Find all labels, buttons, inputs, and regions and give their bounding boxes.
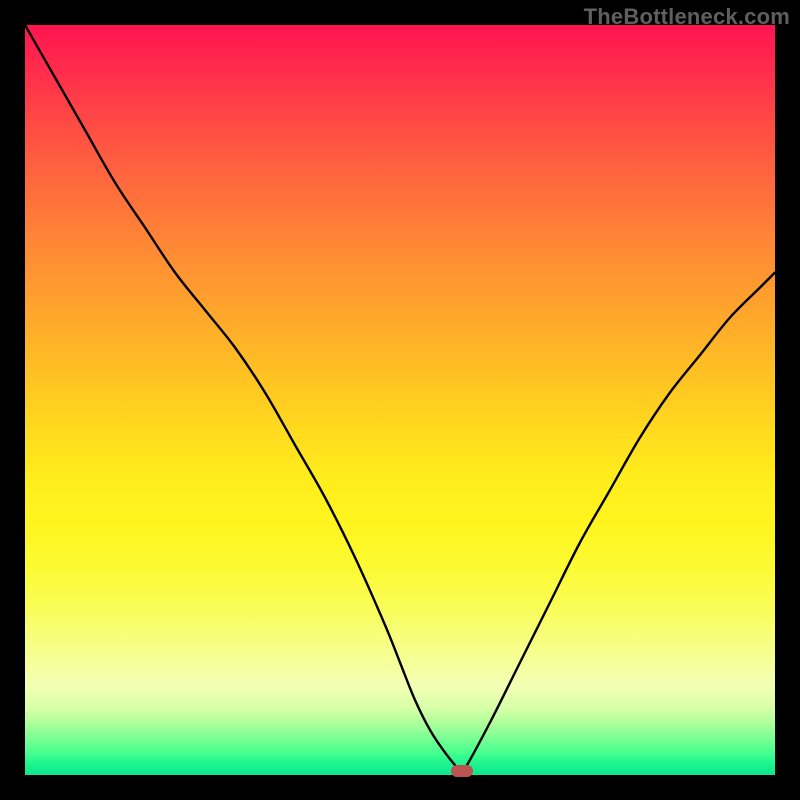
watermark-text: TheBottleneck.com <box>584 4 790 30</box>
curve-layer <box>25 25 775 775</box>
bottleneck-curve <box>25 25 775 775</box>
optimum-marker <box>451 765 473 777</box>
chart-stage: TheBottleneck.com <box>0 0 800 800</box>
plot-area <box>25 25 775 775</box>
